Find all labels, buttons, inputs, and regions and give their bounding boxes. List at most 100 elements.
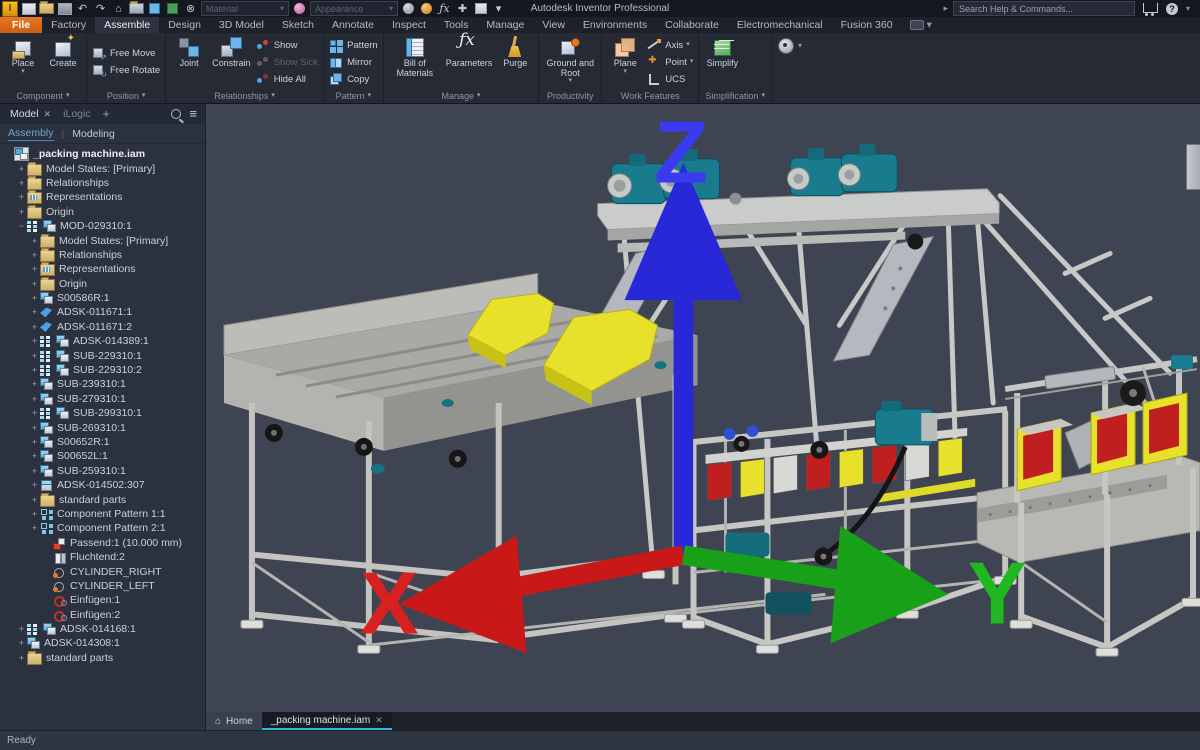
tree-item-adsk-014308-1[interactable]: +ADSK-014308:1 xyxy=(0,636,205,650)
expand-toggle-icon[interactable]: + xyxy=(29,480,40,490)
clear-color-icon[interactable] xyxy=(419,2,434,16)
add-browser-tab-button[interactable]: + xyxy=(97,107,116,121)
update-icon[interactable] xyxy=(165,2,180,16)
ribbon-tab-design[interactable]: Design xyxy=(159,17,210,33)
browser-tab-model[interactable]: Model✕ xyxy=(4,104,57,124)
tree-item-passend-1-10-000-mm[interactable]: Passend:1 (10.000 mm) xyxy=(0,536,205,550)
tree-item-sub-259310-1[interactable]: +SUB-259310:1 xyxy=(0,464,205,478)
tree-item-representations[interactable]: +Representations xyxy=(0,190,205,204)
expand-toggle-icon[interactable]: + xyxy=(16,653,27,663)
tree-item-cylinder-right[interactable]: CYLINDER_RIGHT xyxy=(0,564,205,578)
new-file-icon[interactable] xyxy=(21,2,36,16)
tree-item-component-pattern-2-1[interactable]: +Component Pattern 2:1 xyxy=(0,521,205,535)
material-dropdown[interactable]: Material▾ xyxy=(201,1,289,16)
tree-item-cylinder-left[interactable]: CYLINDER_LEFT xyxy=(0,579,205,593)
screen-record-control[interactable]: ▾ xyxy=(902,17,940,33)
tree-item-component-pattern-1-1[interactable]: +Component Pattern 1:1 xyxy=(0,507,205,521)
expand-toggle-icon[interactable]: + xyxy=(29,408,40,418)
open-file-icon[interactable] xyxy=(39,2,54,16)
help-icon[interactable]: ? xyxy=(1166,3,1178,15)
tree-item-einf-gen-1[interactable]: Einfügen:1 xyxy=(0,593,205,607)
expand-toggle-icon[interactable]: + xyxy=(16,624,27,634)
sketch-icon[interactable] xyxy=(129,2,144,16)
ribbon-button-purge[interactable]: Purge xyxy=(495,35,535,89)
ribbon-button-simplify[interactable]: Simplify xyxy=(702,35,742,89)
adjust-color-icon[interactable] xyxy=(401,2,416,16)
browser-search-icon[interactable] xyxy=(171,109,181,119)
ribbon-button-parameters[interactable]: Parameters xyxy=(443,35,496,89)
tree-item-model-states-primary[interactable]: +Model States: [Primary] xyxy=(0,233,205,247)
expand-toggle-icon[interactable]: + xyxy=(29,365,40,375)
ribbon-button-free-rotate[interactable]: Free Rotate xyxy=(92,63,160,79)
tree-item-origin[interactable]: +Origin xyxy=(0,277,205,291)
tree-item-s00586r-1[interactable]: +S00586R:1 xyxy=(0,291,205,305)
expand-toggle-icon[interactable]: + xyxy=(16,164,27,174)
ribbon-tab-3d-model[interactable]: 3D Model xyxy=(210,17,273,33)
ribbon-button-plane[interactable]: Plane▾ xyxy=(605,35,645,89)
ribbon-button-joint[interactable]: Joint xyxy=(169,35,209,89)
ribbon-tab-electromechanical[interactable]: Electromechanical xyxy=(728,17,832,33)
expand-toggle-icon[interactable]: − xyxy=(16,221,27,231)
ribbon-button-create[interactable]: Create xyxy=(43,35,83,89)
parameters-fx-icon[interactable]: ƒx xyxy=(437,2,452,16)
tree-item-adsk-014502-307[interactable]: +ADSK-014502:307 xyxy=(0,478,205,492)
search-expand-arrow[interactable]: ▸ xyxy=(943,3,948,14)
select-icon[interactable]: ⊗ xyxy=(183,2,198,16)
ribbon-button-free-move[interactable]: Free Move xyxy=(92,46,160,62)
expand-toggle-icon[interactable]: + xyxy=(29,495,40,505)
document-tab-packing-machine[interactable]: _packing machine.iam ✕ xyxy=(262,712,392,730)
ribbon-group-label-position[interactable]: Position▾ xyxy=(87,89,165,103)
ribbon-group-label-work-features[interactable]: Work Features xyxy=(602,89,698,103)
ribbon-tab-assemble[interactable]: Assemble xyxy=(95,17,159,33)
expand-toggle-icon[interactable]: + xyxy=(16,192,27,202)
ribbon-button-constrain[interactable]: Constrain xyxy=(209,35,254,89)
ribbon-group-label-relationships[interactable]: Relationships▾ xyxy=(166,89,323,103)
subtab-modeling[interactable]: Modeling xyxy=(72,128,115,140)
undo-icon[interactable]: ↶ xyxy=(75,2,90,16)
ribbon-button-bill-of-materials[interactable]: Bill of Materials xyxy=(387,35,443,89)
tree-item-s00652l-1[interactable]: +S00652L:1 xyxy=(0,449,205,463)
tree-item-sub-239310-1[interactable]: +SUB-239310:1 xyxy=(0,377,205,391)
ribbon-button-axis[interactable]: Axis▾ xyxy=(647,37,693,53)
expand-toggle-icon[interactable]: + xyxy=(29,322,40,332)
tree-item-fluchtend-2[interactable]: Fluchtend:2 xyxy=(0,550,205,564)
ribbon-tab-sketch[interactable]: Sketch xyxy=(273,17,323,33)
derive-icon[interactable] xyxy=(147,2,162,16)
ribbon-button-point[interactable]: Point▾ xyxy=(647,54,693,70)
tree-item-relationships[interactable]: +Relationships xyxy=(0,248,205,262)
expand-toggle-icon[interactable]: + xyxy=(29,509,40,519)
expand-toggle-icon[interactable]: + xyxy=(29,379,40,389)
tree-item-relationships[interactable]: +Relationships xyxy=(0,176,205,190)
tree-item-representations[interactable]: +Representations xyxy=(0,262,205,276)
tree-item-sub-229310-1[interactable]: +SUB-229310:1 xyxy=(0,348,205,362)
expand-toggle-icon[interactable]: + xyxy=(16,178,27,188)
search-input[interactable] xyxy=(953,1,1135,16)
tree-item-sub-299310-1[interactable]: +SUB-299310:1 xyxy=(0,406,205,420)
tree-item-standard-parts[interactable]: +standard parts xyxy=(0,492,205,506)
expand-toggle-icon[interactable]: + xyxy=(29,279,40,289)
redo-icon[interactable]: ↷ xyxy=(93,2,108,16)
ribbon-button-ucs[interactable]: UCS xyxy=(647,71,693,87)
web-resource-icon[interactable] xyxy=(778,38,794,54)
appearance-dropdown[interactable]: Appearance▾ xyxy=(310,1,398,16)
expand-toggle-icon[interactable]: + xyxy=(29,423,40,433)
tree-item-adsk-011671-2[interactable]: +ADSK-011671:2 xyxy=(0,320,205,334)
ribbon-group-label-component[interactable]: Component▾ xyxy=(0,89,86,103)
tree-item-einf-gen-2[interactable]: Einfügen:2 xyxy=(0,608,205,622)
tree-item-standard-parts[interactable]: +standard parts xyxy=(0,651,205,665)
subtab-assembly[interactable]: Assembly xyxy=(8,127,54,141)
expand-toggle-icon[interactable]: + xyxy=(29,437,40,447)
tree-item-origin[interactable]: +Origin xyxy=(0,205,205,219)
expand-toggle-icon[interactable]: + xyxy=(29,264,40,274)
appearance-ball-icon[interactable] xyxy=(292,2,307,16)
measure-plus-icon[interactable]: ✚ xyxy=(455,2,470,16)
help-caret-icon[interactable]: ▾ xyxy=(1186,4,1190,13)
tree-item-s00652r-1[interactable]: +S00652R:1 xyxy=(0,435,205,449)
ribbon-button-ground-and-root[interactable]: Ground and Root▾ xyxy=(542,35,598,89)
tree-item-sub-279310-1[interactable]: +SUB-279310:1 xyxy=(0,392,205,406)
expand-toggle-icon[interactable]: + xyxy=(29,351,40,361)
tree-item-adsk-011671-1[interactable]: +ADSK-011671:1 xyxy=(0,305,205,319)
ribbon-button-place[interactable]: Place▾ xyxy=(3,35,43,89)
ribbon-button-hide-all[interactable]: Hide All xyxy=(256,71,318,87)
save-icon[interactable] xyxy=(57,2,72,16)
